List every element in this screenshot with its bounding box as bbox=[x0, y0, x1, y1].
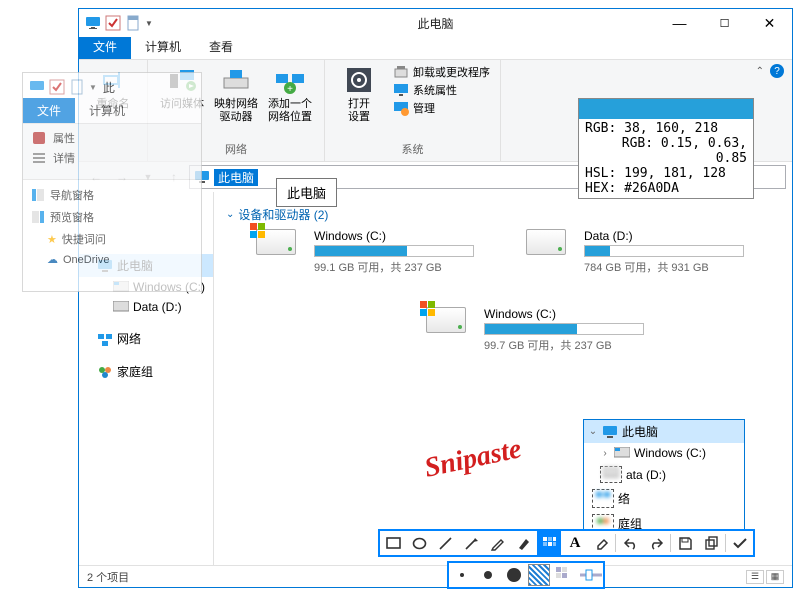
eraser-tool-icon[interactable] bbox=[589, 531, 613, 555]
titlebar: ▼ 此电脑 — ☐ ✕ bbox=[79, 9, 792, 37]
tab-file[interactable]: 文件 bbox=[79, 34, 131, 59]
help-icon[interactable]: ? bbox=[770, 64, 784, 78]
pencil-tool-icon[interactable] bbox=[485, 531, 509, 555]
ellipse-tool-icon[interactable] bbox=[407, 531, 431, 555]
rgb-int-row: RGB: 38, 160, 218 bbox=[585, 121, 747, 136]
ghost-fav: ★快捷词问 bbox=[31, 228, 193, 250]
view-icons-button[interactable]: ▦ bbox=[766, 570, 784, 584]
window-title: 此电脑 bbox=[417, 15, 453, 32]
tree-network[interactable]: 络 bbox=[584, 486, 744, 511]
text-tool-icon[interactable]: A bbox=[563, 531, 587, 555]
brush-slider[interactable] bbox=[578, 563, 602, 587]
arrow-tool-icon[interactable] bbox=[459, 531, 483, 555]
tab-computer[interactable]: 计算机 bbox=[131, 34, 195, 59]
brush-mosaic[interactable] bbox=[552, 563, 576, 587]
hex-row: HEX: #26A0DA bbox=[585, 181, 747, 196]
brush-size-3[interactable] bbox=[502, 563, 526, 587]
drive-d[interactable]: Data (D:) 784 GB 可用，共 931 GB bbox=[526, 229, 756, 275]
drive-c-1[interactable]: Windows (C:) 99.1 GB 可用，共 237 GB bbox=[256, 229, 486, 275]
ribbon-add-location[interactable]: + 添加一个 网络位置 bbox=[266, 64, 314, 124]
ghost-navpane: 导航窗格 bbox=[31, 184, 193, 206]
tree-datad[interactable]: ata (D:) bbox=[584, 463, 744, 486]
rect-tool-icon[interactable] bbox=[381, 531, 405, 555]
sidebar-network[interactable]: 网络 bbox=[79, 327, 213, 350]
color-swatch bbox=[579, 99, 753, 119]
minimize-button[interactable]: — bbox=[657, 9, 702, 37]
ribbon-map-drive[interactable]: 映射网络 驱动器 bbox=[212, 64, 260, 124]
tree-winc[interactable]: ›Windows (C:) bbox=[584, 443, 744, 463]
mosaic-tool-icon[interactable] bbox=[537, 531, 561, 555]
rgb-float-row: RGB: 0.15, 0.63, 0.85 bbox=[585, 136, 747, 166]
ghost-previewpane: 预览窗格 bbox=[31, 206, 193, 228]
marker-tool-icon[interactable] bbox=[511, 531, 535, 555]
view-details-button[interactable]: ☰ bbox=[746, 570, 764, 584]
color-picker-tooltip: RGB: 38, 160, 218 RGB: 0.15, 0.63, 0.85 … bbox=[578, 98, 754, 199]
hsl-row: HSL: 199, 181, 128 bbox=[585, 166, 747, 181]
ribbon-manage[interactable]: 管理 bbox=[393, 100, 490, 116]
status-text: 2 个项目 bbox=[87, 569, 129, 585]
sidebar-data-d[interactable]: Data (D:) bbox=[79, 297, 213, 317]
annotation-toolbar[interactable]: A bbox=[378, 529, 755, 557]
tab-view[interactable]: 查看 bbox=[195, 34, 247, 59]
ghost-onedrive: ☁OneDrive bbox=[31, 250, 193, 269]
floating-tree[interactable]: ⌄此电脑 ›Windows (C:) ata (D:) 络 庭组 bbox=[583, 419, 745, 537]
copy-icon[interactable] bbox=[699, 531, 723, 555]
ribbon-tabs: 文件 计算机 查看 bbox=[79, 37, 792, 60]
line-tool-icon[interactable] bbox=[433, 531, 457, 555]
ribbon-group-system: 系统 bbox=[402, 141, 424, 159]
snipaste-watermark: Snipaste bbox=[422, 433, 525, 485]
redo-icon[interactable] bbox=[644, 531, 668, 555]
status-bar: 2 个项目 ☰ ▦ bbox=[79, 565, 792, 587]
ribbon-open-settings[interactable]: 打开 设置 bbox=[335, 64, 383, 124]
save-icon[interactable] bbox=[673, 531, 697, 555]
ribbon-uninstall[interactable]: 卸载或更改程序 bbox=[393, 64, 490, 80]
close-button[interactable]: ✕ bbox=[747, 9, 792, 37]
monitor-icon bbox=[85, 15, 101, 31]
confirm-icon[interactable] bbox=[728, 531, 752, 555]
brush-size-1[interactable] bbox=[450, 563, 474, 587]
drive-c-2[interactable]: Windows (C:) 99.7 GB 可用，共 237 GB bbox=[426, 307, 656, 353]
sidebar-homegroup[interactable]: 家庭组 bbox=[79, 360, 213, 383]
ribbon-sysprop[interactable]: 系统属性 bbox=[393, 82, 490, 98]
tree-root[interactable]: ⌄此电脑 bbox=[584, 420, 744, 443]
qat-dropdown-icon[interactable]: ▼ bbox=[145, 19, 153, 28]
maximize-button[interactable]: ☐ bbox=[702, 9, 747, 37]
ribbon-collapse-icon[interactable]: ⌃ bbox=[756, 66, 764, 77]
doc-icon[interactable] bbox=[125, 15, 141, 31]
check-icon[interactable] bbox=[105, 15, 121, 31]
address-tooltip: 此电脑 bbox=[276, 178, 337, 207]
brush-toolbar[interactable] bbox=[447, 561, 605, 589]
brush-size-2[interactable] bbox=[476, 563, 500, 587]
brush-pattern[interactable] bbox=[528, 564, 550, 586]
ribbon-group-network: 网络 bbox=[225, 141, 247, 159]
undo-icon[interactable] bbox=[618, 531, 642, 555]
ghost-window: ▼ 此 文件 计算机 属性 详情 导航窗格 预览窗格 ★快捷词问 ☁OneDri… bbox=[22, 72, 202, 292]
svg-text:+: + bbox=[287, 84, 293, 95]
